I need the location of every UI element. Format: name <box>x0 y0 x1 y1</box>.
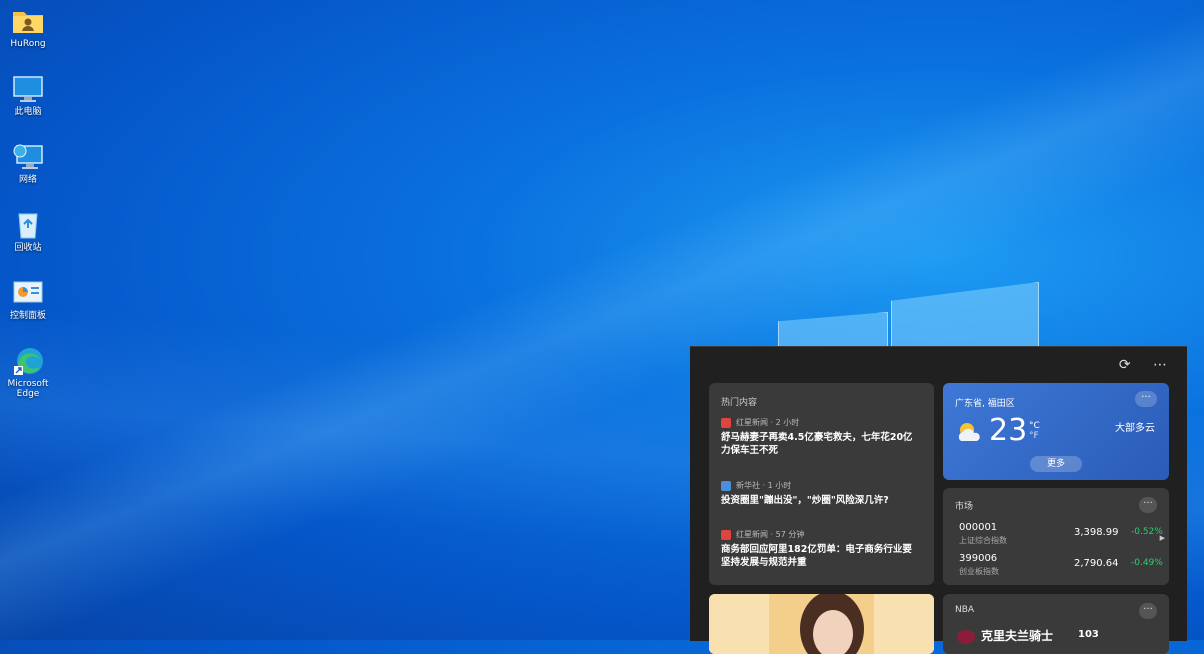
widgets-toolbar: ⟳ ⋯ <box>1101 357 1167 373</box>
news-source: 新华社 · 1 小时 <box>736 481 792 490</box>
news-item[interactable]: 红星新闻 · 57 分钟 商务部回应阿里182亿罚单：电子商务行业要坚持发展与规… <box>721 529 921 569</box>
weather-menu-button[interactable]: ··· <box>1135 391 1157 407</box>
market-card: 市场 ··· 000001 上证综合指数 3,398.99 -0.52% 399… <box>943 488 1169 585</box>
news-title[interactable]: 舒马赫妻子再卖4.5亿豪宅救夫，七年花20亿力保车王不死 <box>721 431 921 457</box>
desktop-icon-label: 网络 <box>18 175 37 185</box>
nba-menu-button[interactable]: ··· <box>1139 603 1157 619</box>
news-header: 热门内容 <box>721 398 758 408</box>
next-arrow-icon[interactable]: ▶ <box>1160 534 1165 542</box>
news-item[interactable]: 红星新闻 · 2 小时 舒马赫妻子再卖4.5亿豪宅救夫，七年花20亿力保车王不死 <box>721 417 921 457</box>
desktop-icon-label: 回收站 <box>14 243 42 253</box>
desktop-icon-label: 此电脑 <box>14 107 42 117</box>
stock-code: 000001 <box>959 522 998 533</box>
market-row[interactable]: 000001 上证综合指数 3,398.99 -0.52% <box>959 522 1163 548</box>
news-source: 红星新闻 · 57 分钟 <box>736 530 805 539</box>
news-source: 红星新闻 · 2 小时 <box>736 418 800 427</box>
stock-value: 3,398.99 <box>1074 527 1119 538</box>
partly-cloudy-icon <box>958 423 980 441</box>
desktop-icon-control-panel[interactable]: 控制面板 <box>4 278 52 321</box>
nba-header: NBA <box>955 605 975 615</box>
desktop-icon-label: HuRong <box>10 39 46 49</box>
team-score: 103 <box>1078 629 1099 640</box>
news-photo-card[interactable] <box>709 594 934 654</box>
folder-user-icon <box>11 6 45 36</box>
news-card: 热门内容 红星新闻 · 2 小时 舒马赫妻子再卖4.5亿豪宅救夫，七年花20亿力… <box>709 383 934 585</box>
desktop-icon-this-pc[interactable]: 此电脑 <box>4 74 52 117</box>
market-header: 市场 <box>955 502 974 512</box>
recycle-bin-icon <box>11 210 45 240</box>
news-photo-image <box>709 594 934 654</box>
control-panel-icon <box>11 278 45 308</box>
weather-location: 广东省, 福田区 <box>955 399 1015 409</box>
stock-name: 上证综合指数 <box>959 536 1007 545</box>
market-row[interactable]: 399006 创业板指数 2,790.64 -0.49% <box>959 553 1163 579</box>
network-icon <box>11 142 45 172</box>
desktop-icon-recycle-bin[interactable]: 回收站 <box>4 210 52 253</box>
weather-card[interactable]: 广东省, 福田区 ··· 23 °C °F 大部多云 更多 <box>943 383 1169 480</box>
computer-icon <box>11 74 45 104</box>
refresh-icon[interactable]: ⟳ <box>1119 357 1131 373</box>
weather-condition: 大部多云 <box>1115 423 1155 434</box>
team-logo-icon <box>957 630 975 644</box>
weather-more-button[interactable]: 更多 <box>1030 456 1082 472</box>
more-icon[interactable]: ⋯ <box>1153 357 1167 373</box>
stock-change: -0.52% <box>1131 527 1163 537</box>
news-source-logo-icon <box>721 529 731 540</box>
desktop-icon-hurong[interactable]: HuRong <box>4 6 52 49</box>
weather-temperature: 23 <box>989 413 1028 448</box>
desktop-icon-edge[interactable]: Microsoft Edge <box>4 346 52 399</box>
news-title[interactable]: 商务部回应阿里182亿罚单：电子商务行业要坚持发展与规范并重 <box>721 543 921 569</box>
team-name: 克里夫兰骑士 <box>981 629 1054 643</box>
stock-change: -0.49% <box>1131 558 1163 568</box>
news-source-logo-icon <box>721 417 731 428</box>
stock-name: 创业板指数 <box>959 567 999 576</box>
windows-logo-wallpaper <box>775 282 1040 354</box>
news-source-logo-icon <box>721 480 731 491</box>
nba-card[interactable]: NBA ··· 克里夫兰骑士 103 <box>943 594 1169 654</box>
desktop-icon-label: Microsoft Edge <box>7 379 49 399</box>
stock-value: 2,790.64 <box>1074 558 1119 569</box>
stock-code: 399006 <box>959 553 998 564</box>
news-item[interactable]: 新华社 · 1 小时 投资圈里"蹦出没"，"炒圈"风险深几许? <box>721 480 921 507</box>
weather-unit-toggle[interactable]: °C °F <box>1029 421 1040 441</box>
desktop-icon-network[interactable]: 网络 <box>4 142 52 185</box>
market-menu-button[interactable]: ··· <box>1139 497 1157 513</box>
edge-icon <box>11 346 45 376</box>
news-title[interactable]: 投资圈里"蹦出没"，"炒圈"风险深几许? <box>721 494 921 507</box>
widgets-panel: ⟳ ⋯ 热门内容 红星新闻 · 2 小时 舒马赫妻子再卖4.5亿豪宅救夫，七年花… <box>690 346 1187 654</box>
desktop-icon-label: 控制面板 <box>9 311 46 321</box>
